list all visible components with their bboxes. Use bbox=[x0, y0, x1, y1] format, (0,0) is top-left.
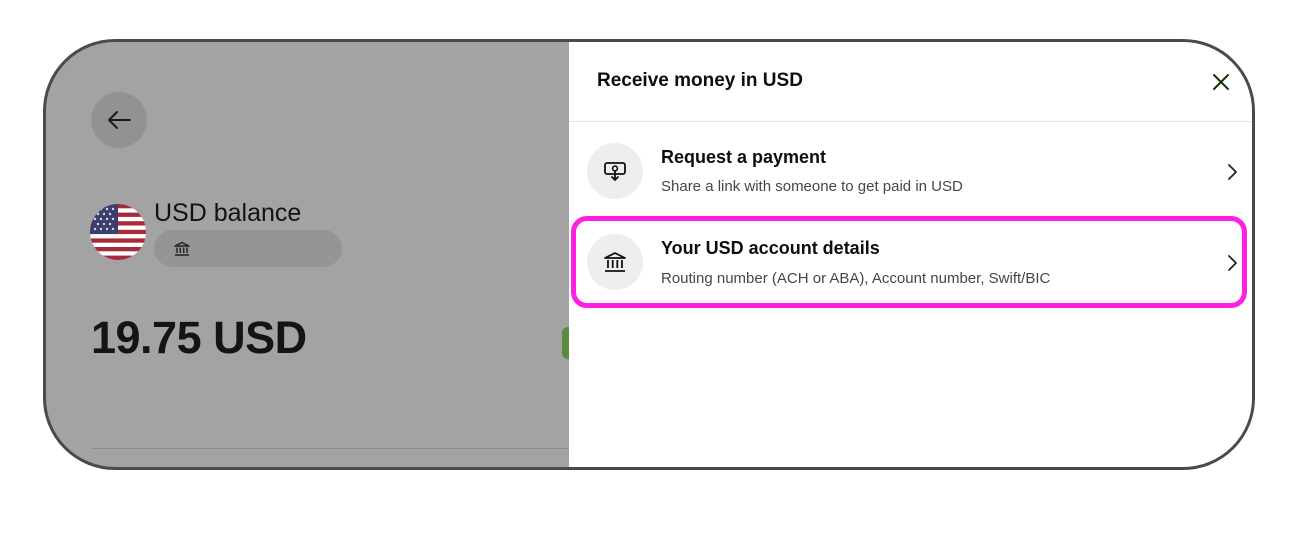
close-button[interactable] bbox=[1207, 68, 1235, 96]
request-payment-option[interactable]: Request a payment Share a link with some… bbox=[569, 126, 1252, 216]
close-icon bbox=[1213, 74, 1229, 90]
option-title: Request a payment bbox=[661, 147, 827, 167]
balance-amount: 19.75 USD bbox=[91, 312, 307, 363]
divider bbox=[91, 448, 571, 449]
sheet-title: Receive money in USD bbox=[597, 70, 803, 91]
arrow-left-icon bbox=[108, 111, 131, 129]
chevron-right-icon bbox=[1228, 164, 1237, 180]
receive-money-sheet: Receive money in USD Request a payment S… bbox=[569, 42, 1252, 467]
request-payment-icon bbox=[587, 143, 643, 199]
bank-icon bbox=[174, 241, 190, 256]
highlight-box bbox=[571, 216, 1247, 308]
back-button[interactable] bbox=[91, 92, 147, 148]
sheet-divider bbox=[569, 121, 1252, 122]
account-details-pill[interactable] bbox=[154, 230, 342, 267]
balance-title: USD balance bbox=[154, 199, 302, 227]
option-subtitle: Share a link with someone to get paid in… bbox=[661, 178, 963, 195]
us-flag-icon bbox=[90, 204, 146, 260]
screenshot-frame: USD balance 19.75 USD Receive money in U… bbox=[43, 39, 1255, 470]
